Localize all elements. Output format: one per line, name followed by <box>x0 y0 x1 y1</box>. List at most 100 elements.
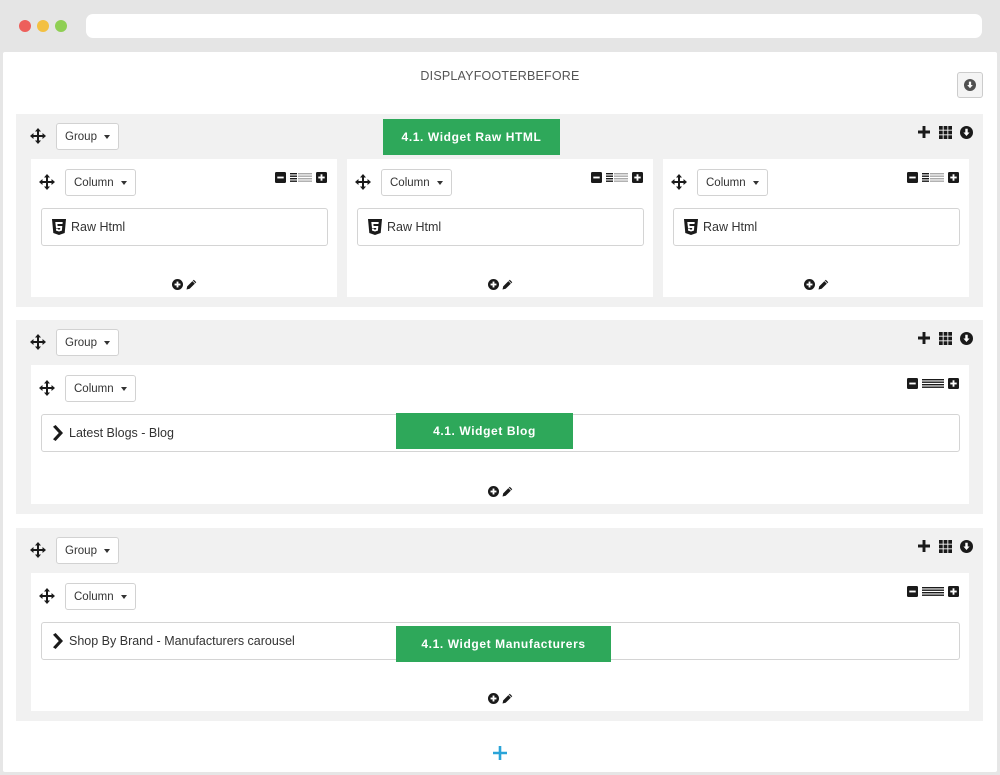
widget-label: Latest Blogs - Blog <box>69 426 174 440</box>
group-dropdown-label: Group <box>65 544 97 557</box>
minus-square-icon <box>907 378 918 389</box>
reduce-width-button[interactable] <box>907 585 918 597</box>
column-dropdown-label: Column <box>74 590 114 603</box>
column-dropdown[interactable]: Column <box>381 169 452 196</box>
move-icon[interactable] <box>39 380 55 396</box>
increase-width-button[interactable] <box>632 171 643 183</box>
reduce-width-button[interactable] <box>907 171 918 183</box>
add-widget-button[interactable] <box>488 279 499 290</box>
increase-width-button[interactable] <box>948 585 959 597</box>
edit-column-button[interactable] <box>502 693 513 704</box>
plus-icon <box>918 126 930 138</box>
plus-square-icon <box>316 172 327 183</box>
move-icon[interactable] <box>30 128 46 144</box>
column-layout-button[interactable] <box>938 331 952 345</box>
column-layout-button[interactable] <box>938 125 952 139</box>
width-bars-icon <box>922 378 944 388</box>
add-widget-button[interactable] <box>488 486 499 497</box>
plus-circle-icon <box>488 486 499 497</box>
add-widget-button[interactable] <box>172 279 183 290</box>
hook-collapse-button[interactable] <box>957 72 983 98</box>
reduce-width-button[interactable] <box>275 171 286 183</box>
page-content: DISPLAYFOOTERBEFORE Group Column Raw Htm… <box>3 52 997 772</box>
edit-column-button[interactable] <box>818 279 829 290</box>
widget-raw-html[interactable]: Raw Html <box>673 208 960 246</box>
group-collapse-button[interactable] <box>959 125 973 139</box>
add-widget-button[interactable] <box>488 693 499 704</box>
pencil-icon <box>818 279 829 290</box>
html5-icon <box>368 219 382 235</box>
column: Column Raw Html <box>663 159 969 297</box>
move-icon[interactable] <box>39 174 55 190</box>
column-dropdown[interactable]: Column <box>697 169 768 196</box>
grid-icon <box>939 540 952 553</box>
hook-title: DISPLAYFOOTERBEFORE <box>420 69 580 83</box>
window-minimize-dot[interactable] <box>37 20 49 32</box>
widget-raw-html[interactable]: Raw Html <box>357 208 644 246</box>
group-dropdown[interactable]: Group <box>56 329 119 356</box>
group-dropdown-label: Group <box>65 130 97 143</box>
edit-column-button[interactable] <box>502 279 513 290</box>
address-bar[interactable] <box>86 14 982 38</box>
width-bars-icon <box>922 172 944 182</box>
add-widget-button[interactable] <box>804 279 815 290</box>
column-toolbar <box>907 377 959 389</box>
add-column-button[interactable] <box>917 539 931 553</box>
grid-icon <box>939 126 952 139</box>
increase-width-button[interactable] <box>948 171 959 183</box>
width-bars-icon <box>290 172 312 182</box>
reduce-width-button[interactable] <box>907 377 918 389</box>
move-icon[interactable] <box>30 334 46 350</box>
column-dropdown-label: Column <box>390 176 430 189</box>
caret-down-icon <box>120 181 127 185</box>
column: Column Raw Html <box>31 159 337 297</box>
plus-circle-icon <box>804 279 815 290</box>
caret-down-icon <box>103 341 110 345</box>
plus-square-icon <box>948 172 959 183</box>
move-icon[interactable] <box>671 174 687 190</box>
widget-label: Raw Html <box>387 220 442 234</box>
move-icon[interactable] <box>39 588 55 604</box>
column-footer <box>663 279 969 290</box>
group-collapse-button[interactable] <box>959 539 973 553</box>
group-dropdown[interactable]: Group <box>56 123 119 150</box>
column-toolbar <box>591 171 643 183</box>
move-icon[interactable] <box>30 542 46 558</box>
html5-icon <box>684 219 698 235</box>
edit-column-button[interactable] <box>502 486 513 497</box>
minus-square-icon <box>907 172 918 183</box>
column-dropdown[interactable]: Column <box>65 169 136 196</box>
pencil-icon <box>186 279 197 290</box>
column-dropdown[interactable]: Column <box>65 375 136 402</box>
group-toolbar <box>917 125 973 139</box>
caret-down-icon <box>436 181 443 185</box>
add-column-button[interactable] <box>917 125 931 139</box>
plus-square-icon <box>632 172 643 183</box>
reduce-width-button[interactable] <box>591 171 602 183</box>
group-3: Group Column Shop By Brand - Manufacture… <box>16 528 983 721</box>
group-dropdown[interactable]: Group <box>56 537 119 564</box>
plus-circle-icon <box>172 279 183 290</box>
add-group-icon[interactable] <box>493 746 507 760</box>
plus-square-icon <box>948 586 959 597</box>
minus-square-icon <box>275 172 286 183</box>
increase-width-button[interactable] <box>316 171 327 183</box>
down-circle-icon <box>960 332 973 345</box>
down-circle-icon <box>964 79 976 91</box>
window-close-dot[interactable] <box>19 20 31 32</box>
column-layout-button[interactable] <box>938 539 952 553</box>
group-collapse-button[interactable] <box>959 331 973 345</box>
plus-circle-icon <box>488 693 499 704</box>
down-circle-icon <box>960 126 973 139</box>
column-dropdown[interactable]: Column <box>65 583 136 610</box>
caret-down-icon <box>103 135 110 139</box>
widget-raw-html[interactable]: Raw Html <box>41 208 328 246</box>
increase-width-button[interactable] <box>948 377 959 389</box>
add-column-button[interactable] <box>917 331 931 345</box>
caret-down-icon <box>752 181 759 185</box>
move-icon[interactable] <box>355 174 371 190</box>
pencil-icon <box>502 486 513 497</box>
edit-column-button[interactable] <box>186 279 197 290</box>
window-maximize-dot[interactable] <box>55 20 67 32</box>
annotation-tag: 4.1. Widget Manufacturers <box>396 626 611 662</box>
